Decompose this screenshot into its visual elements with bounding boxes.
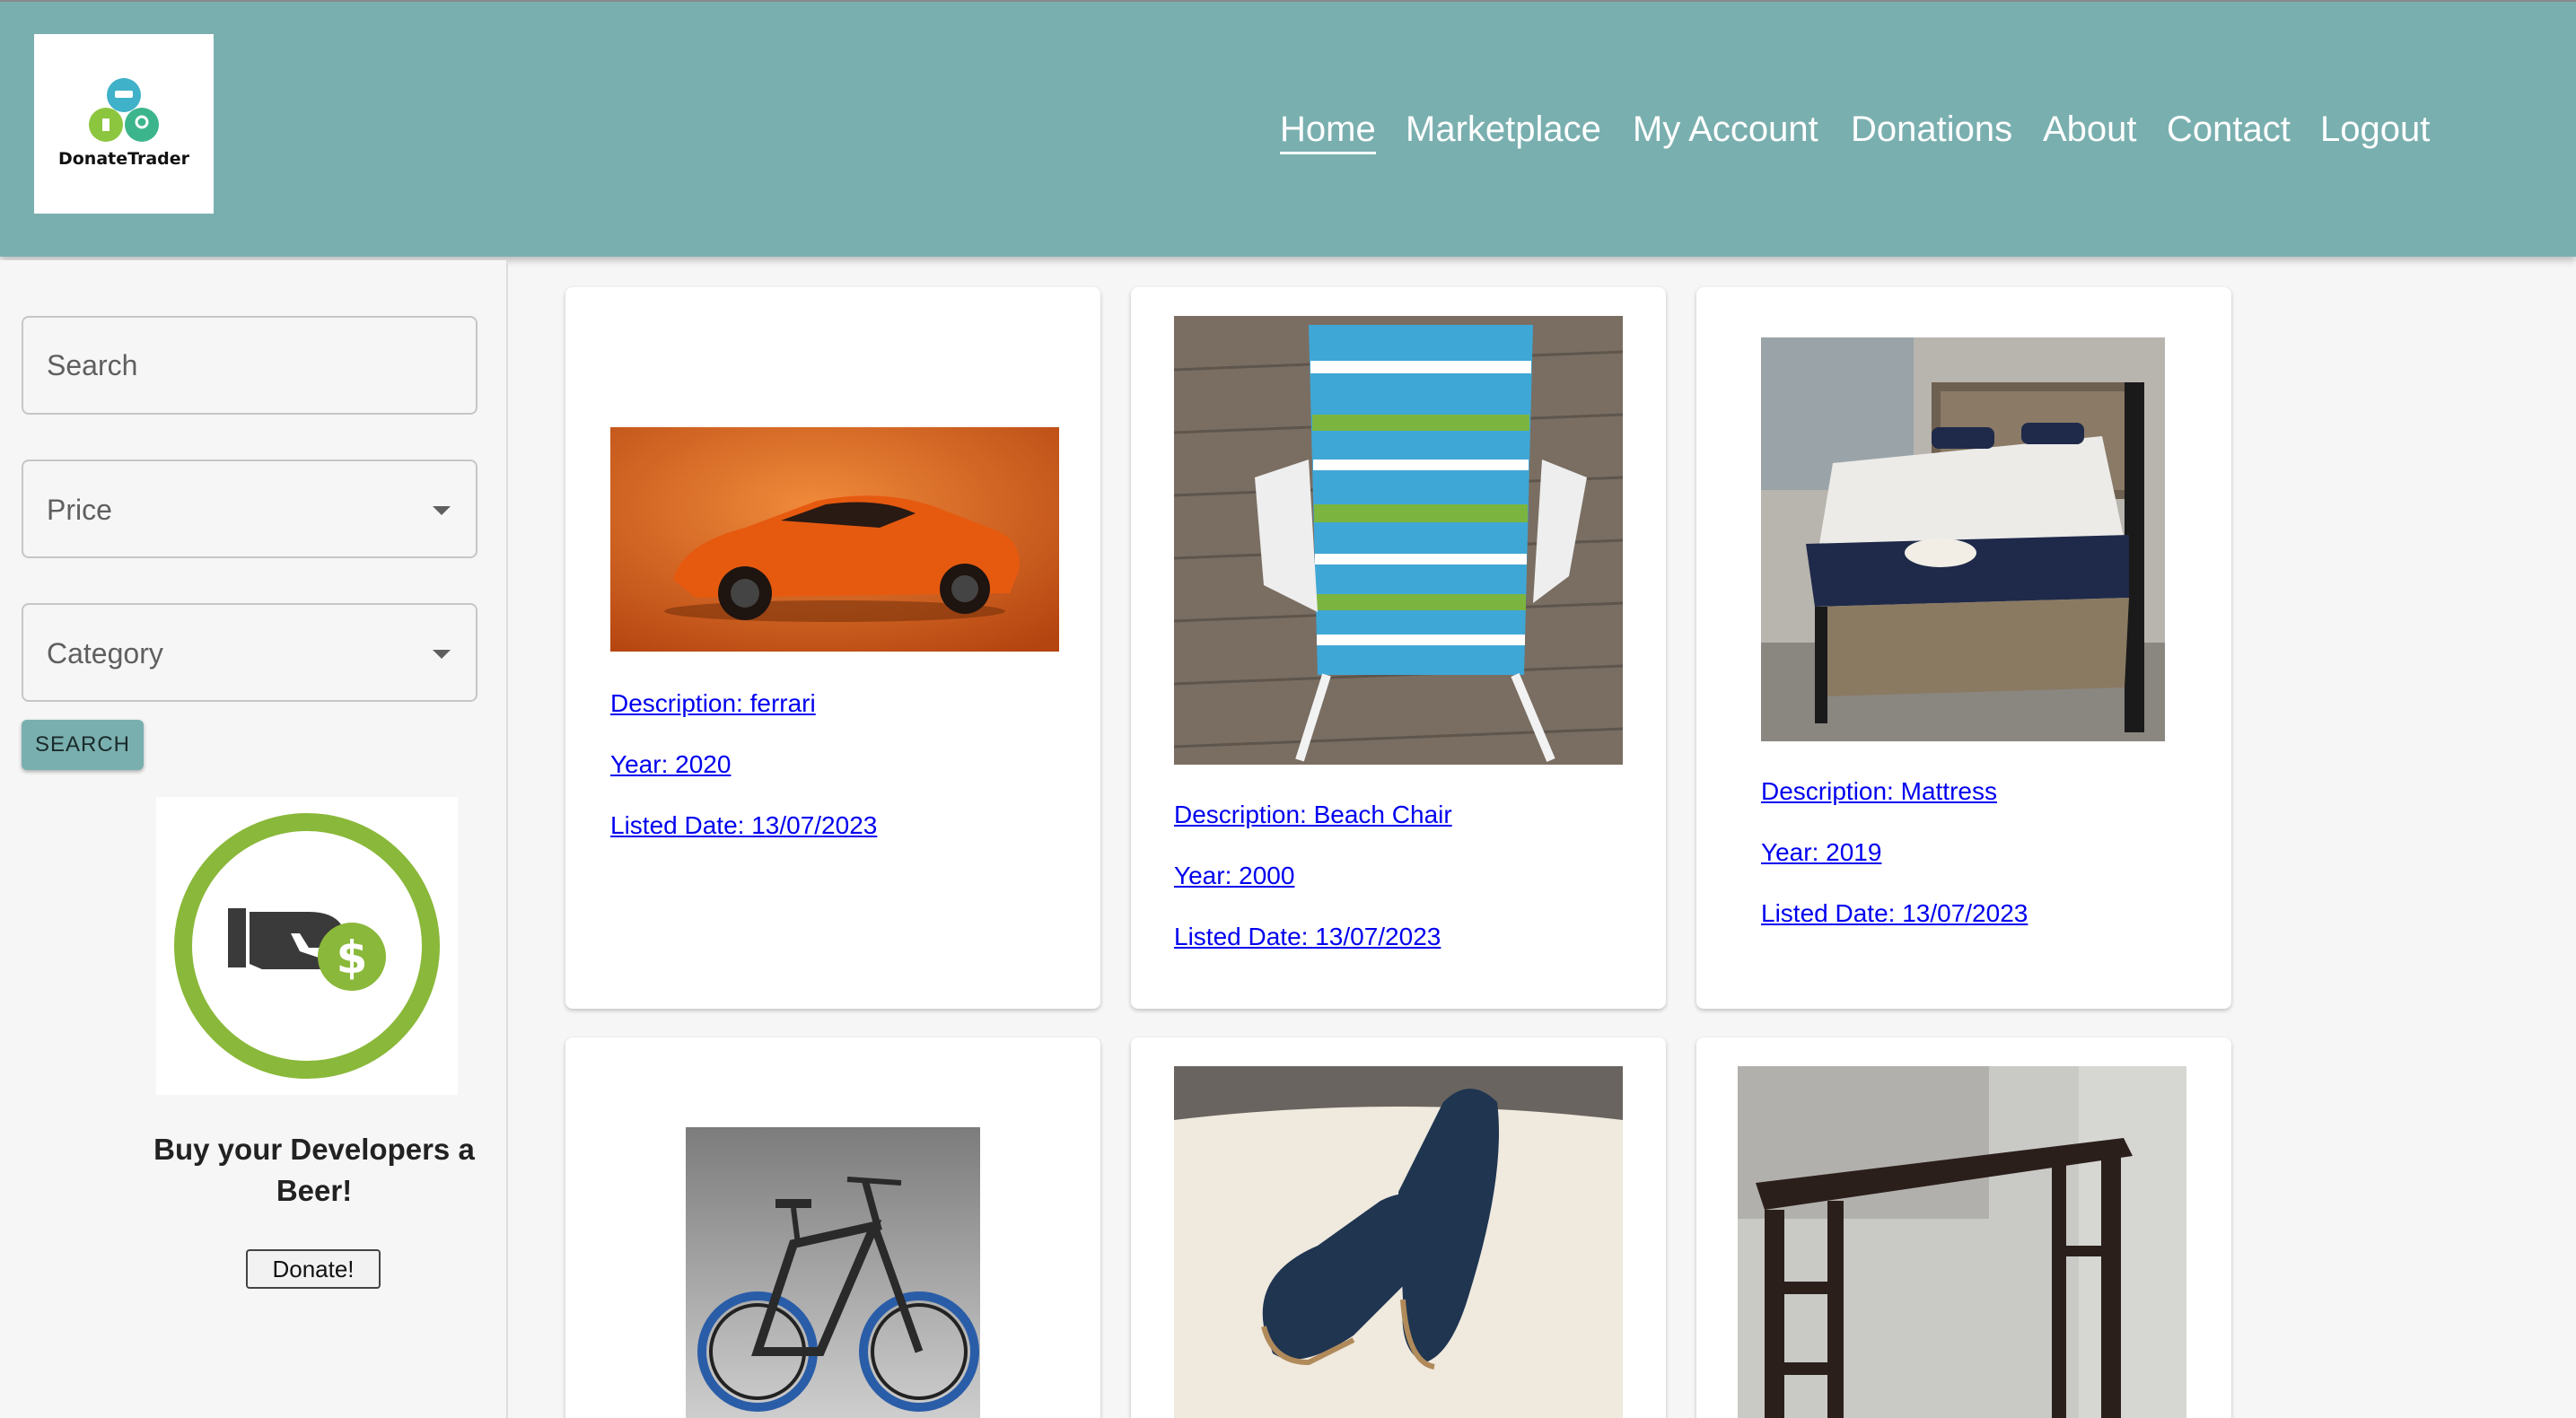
nav-donations[interactable]: Donations (1851, 109, 2012, 150)
chevron-down-icon (433, 506, 451, 515)
nav-about[interactable]: About (2043, 109, 2137, 150)
listing-card[interactable] (1131, 1037, 1666, 1418)
category-select[interactable]: Category (22, 603, 478, 702)
donatetrader-logo[interactable]: DonateTrader (34, 34, 214, 214)
logo-icon (89, 78, 159, 142)
nav-home[interactable]: Home (1280, 109, 1376, 154)
donate-hand-icon: $ (156, 797, 458, 1095)
nav-my-account[interactable]: My Account (1633, 109, 1818, 150)
logo-text: DonateTrader (57, 149, 190, 169)
listing-year[interactable]: Year: 2019 (1761, 838, 1881, 867)
listing-card[interactable]: Description: Mattress Year: 2019 Listed … (1696, 287, 2231, 1009)
search-button[interactable]: SEARCH (22, 720, 144, 770)
beach-chair-image[interactable] (1174, 316, 1623, 765)
search-input[interactable] (23, 318, 476, 413)
listing-card[interactable]: Description: Beach Chair Year: 2000 List… (1131, 287, 1666, 1009)
listing-description[interactable]: Description: Mattress (1761, 777, 1997, 806)
listing-card[interactable]: Description: ferrari Year: 2020 Listed D… (565, 287, 1100, 1009)
listing-date[interactable]: Listed Date: 13/07/2023 (1174, 923, 1441, 951)
car-image[interactable] (610, 427, 1059, 652)
nav-logout[interactable]: Logout (2320, 109, 2430, 150)
desk-image[interactable] (1738, 1066, 2186, 1418)
category-select-label: Category (47, 637, 163, 670)
header-bar: DonateTrader Home Marketplace My Account… (0, 0, 2576, 257)
listing-year[interactable]: Year: 2020 (610, 750, 731, 779)
listing-card[interactable] (1696, 1037, 2231, 1418)
mattress-image[interactable] (1761, 337, 2165, 741)
nav-contact[interactable]: Contact (2167, 109, 2291, 150)
shoes-image[interactable] (1174, 1066, 1623, 1418)
svg-text:$: $ (337, 932, 368, 984)
listing-year[interactable]: Year: 2000 (1174, 862, 1294, 890)
listing-description[interactable]: Description: Beach Chair (1174, 801, 1452, 829)
listing-date[interactable]: Listed Date: 13/07/2023 (1761, 899, 2028, 928)
bicycle-image[interactable] (686, 1127, 980, 1418)
listing-card[interactable] (565, 1037, 1100, 1418)
listing-date[interactable]: Listed Date: 13/07/2023 (610, 811, 877, 840)
search-field[interactable] (22, 316, 478, 415)
chevron-down-icon (433, 650, 451, 659)
donate-button[interactable]: Donate! (246, 1249, 381, 1289)
price-select[interactable]: Price (22, 460, 478, 558)
donate-title: Buy your Developers a Beer! (153, 1133, 475, 1207)
price-select-label: Price (47, 494, 112, 526)
listing-description[interactable]: Description: ferrari (610, 689, 816, 718)
filter-sidebar: Price Category SEARCH $ Buy your Develop… (0, 260, 508, 1418)
nav-marketplace[interactable]: Marketplace (1406, 109, 1601, 150)
